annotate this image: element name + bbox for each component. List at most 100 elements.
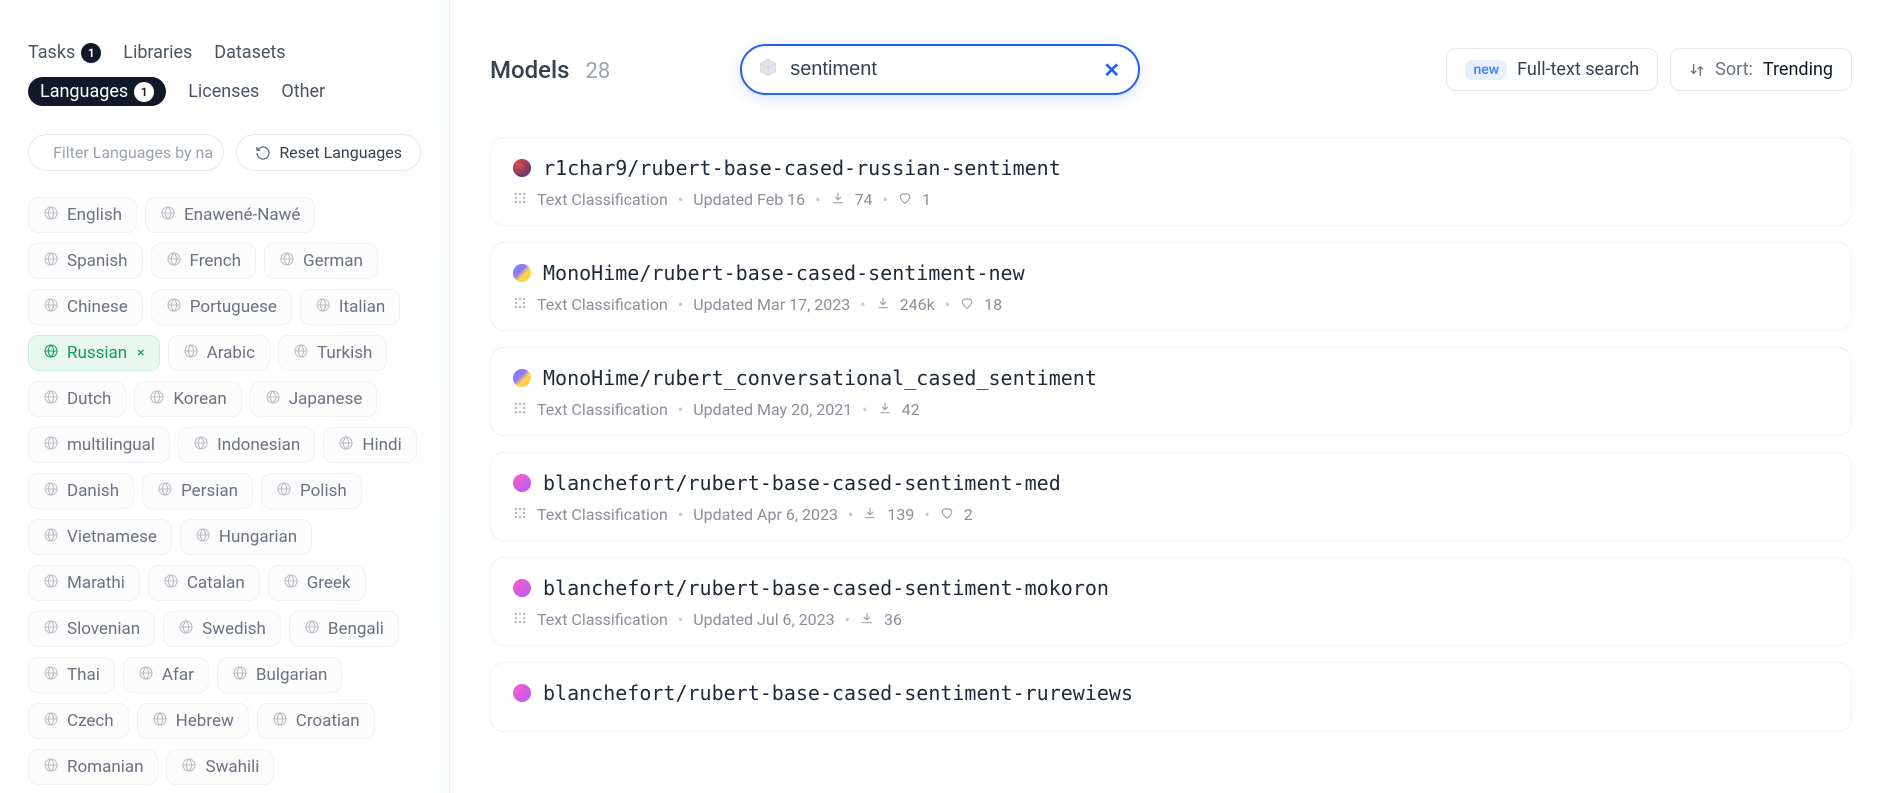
downloads-text: 246k xyxy=(900,295,935,314)
globe-icon xyxy=(43,343,59,363)
tab-label: Licenses xyxy=(188,81,259,102)
language-chip-romanian[interactable]: Romanian xyxy=(28,749,158,785)
downloads-text: 36 xyxy=(884,610,902,629)
language-chip-chinese[interactable]: Chinese xyxy=(28,289,143,325)
language-chip-persian[interactable]: Persian xyxy=(142,473,253,509)
separator: • xyxy=(678,610,683,629)
separator: • xyxy=(945,295,950,314)
model-card[interactable]: r1char9/rubert-base-cased-russian-sentim… xyxy=(490,137,1852,226)
language-chip-russian[interactable]: Russian× xyxy=(28,335,160,371)
separator: • xyxy=(815,190,820,209)
model-search-input[interactable] xyxy=(740,44,1140,95)
language-chip-french[interactable]: French xyxy=(151,243,256,279)
language-chip-catalan[interactable]: Catalan xyxy=(148,565,260,601)
language-chip-afar[interactable]: Afar xyxy=(123,657,209,693)
model-name: blanchefort/rubert-base-cased-sentiment-… xyxy=(543,471,1061,495)
language-label: Slovenian xyxy=(67,619,140,639)
remove-icon[interactable]: × xyxy=(137,345,144,361)
language-chip-spanish[interactable]: Spanish xyxy=(28,243,143,279)
sidebar: Tasks 1 Libraries Datasets Languages1 License… xyxy=(0,0,450,793)
language-chip-german[interactable]: German xyxy=(264,243,378,279)
reset-label: Reset Languages xyxy=(279,143,402,162)
globe-icon xyxy=(138,665,154,685)
language-filter-input[interactable]: Filter Languages by na xyxy=(28,134,224,171)
model-card[interactable]: MonoHime/rubert-base-cased-sentiment-new… xyxy=(490,242,1852,331)
language-chip-polish[interactable]: Polish xyxy=(261,473,362,509)
tab-datasets[interactable]: Datasets xyxy=(214,42,285,63)
language-chip-multilingual[interactable]: multilingual xyxy=(28,427,170,463)
avatar xyxy=(513,684,531,702)
tab-label: Other xyxy=(281,81,325,102)
updated-text: Updated May 20, 2021 xyxy=(693,400,852,419)
tab-licenses[interactable]: Licenses xyxy=(188,77,259,106)
language-chip-turkish[interactable]: Turkish xyxy=(278,335,387,371)
card-title-row: r1char9/rubert-base-cased-russian-sentim… xyxy=(513,156,1829,180)
tab-other[interactable]: Other xyxy=(281,77,325,106)
language-chip-italian[interactable]: Italian xyxy=(300,289,400,325)
model-card[interactable]: MonoHime/rubert_conversational_cased_sen… xyxy=(490,347,1852,436)
updated-text: Updated Feb 16 xyxy=(693,190,805,209)
model-name: MonoHime/rubert_conversational_cased_sen… xyxy=(543,366,1097,390)
language-chip-czech[interactable]: Czech xyxy=(28,703,129,739)
language-chip-dutch[interactable]: Dutch xyxy=(28,381,126,417)
language-chip-greek[interactable]: Greek xyxy=(268,565,366,601)
task-icon xyxy=(513,611,527,629)
language-chip-arabic[interactable]: Arabic xyxy=(168,335,270,371)
likes-text: 18 xyxy=(984,295,1002,314)
language-label: Thai xyxy=(67,665,100,685)
language-chip-bulgarian[interactable]: Bulgarian xyxy=(217,657,342,693)
tab-libraries[interactable]: Libraries xyxy=(123,42,192,63)
language-chip-bengali[interactable]: Bengali xyxy=(289,611,399,647)
language-chip-hebrew[interactable]: Hebrew xyxy=(137,703,249,739)
globe-icon xyxy=(232,665,248,685)
language-chip-portuguese[interactable]: Portuguese xyxy=(151,289,292,325)
full-text-search-button[interactable]: new Full-text search xyxy=(1446,48,1658,91)
reset-languages-button[interactable]: Reset Languages xyxy=(236,134,421,171)
model-card[interactable]: blanchefort/rubert-base-cased-sentiment-… xyxy=(490,662,1852,732)
language-label: Hungarian xyxy=(219,527,297,547)
language-chip-swahili[interactable]: Swahili xyxy=(166,749,274,785)
language-chip-vietnamese[interactable]: Vietnamese xyxy=(28,519,172,555)
language-chip-english[interactable]: English xyxy=(28,197,137,233)
globe-icon xyxy=(276,481,292,501)
model-card[interactable]: blanchefort/rubert-base-cased-sentiment-… xyxy=(490,557,1852,646)
globe-icon xyxy=(43,297,59,317)
globe-icon xyxy=(43,481,59,501)
likes-icon xyxy=(960,296,974,314)
clear-search-icon[interactable]: ✕ xyxy=(1103,58,1120,82)
language-chip-slovenian[interactable]: Slovenian xyxy=(28,611,155,647)
language-chip-hindi[interactable]: Hindi xyxy=(323,427,416,463)
new-badge: new xyxy=(1465,60,1507,80)
model-card[interactable]: blanchefort/rubert-base-cased-sentiment-… xyxy=(490,452,1852,541)
language-chip-japanese[interactable]: Japanese xyxy=(250,381,378,417)
tab-badge: 1 xyxy=(81,43,101,63)
globe-icon xyxy=(181,757,197,777)
language-chip-swedish[interactable]: Swedish xyxy=(163,611,281,647)
filter-row: Filter Languages by na Reset Languages xyxy=(28,134,421,171)
language-chip-thai[interactable]: Thai xyxy=(28,657,115,693)
updated-text: Updated Mar 17, 2023 xyxy=(693,295,850,314)
language-chip-croatian[interactable]: Croatian xyxy=(257,703,375,739)
globe-icon xyxy=(304,619,320,639)
tab-tasks[interactable]: Tasks 1 xyxy=(28,42,101,63)
language-chip-danish[interactable]: Danish xyxy=(28,473,134,509)
language-label: Persian xyxy=(181,481,238,501)
language-chip-marathi[interactable]: Marathi xyxy=(28,565,140,601)
main-content: Models 28 ✕ new Full-text search Sort: T… xyxy=(450,0,1892,793)
language-chip-korean[interactable]: Korean xyxy=(134,381,241,417)
sort-button[interactable]: Sort: Trending xyxy=(1670,48,1852,91)
model-name: r1char9/rubert-base-cased-russian-sentim… xyxy=(543,156,1061,180)
card-title-row: MonoHime/rubert_conversational_cased_sen… xyxy=(513,366,1829,390)
tab-label: Tasks xyxy=(28,42,75,63)
globe-icon xyxy=(43,435,59,455)
separator: • xyxy=(848,505,853,524)
globe-icon xyxy=(43,619,59,639)
language-chip-hungarian[interactable]: Hungarian xyxy=(180,519,312,555)
downloads-icon xyxy=(876,296,890,314)
language-chip-indonesian[interactable]: Indonesian xyxy=(178,427,315,463)
updated-text: Updated Apr 6, 2023 xyxy=(693,505,838,524)
language-chip-enawen-naw-[interactable]: Enawené-Nawé xyxy=(145,197,315,233)
tab-label: Libraries xyxy=(123,42,192,63)
tab-languages[interactable]: Languages1 xyxy=(28,77,166,106)
language-label: Arabic xyxy=(207,343,255,363)
